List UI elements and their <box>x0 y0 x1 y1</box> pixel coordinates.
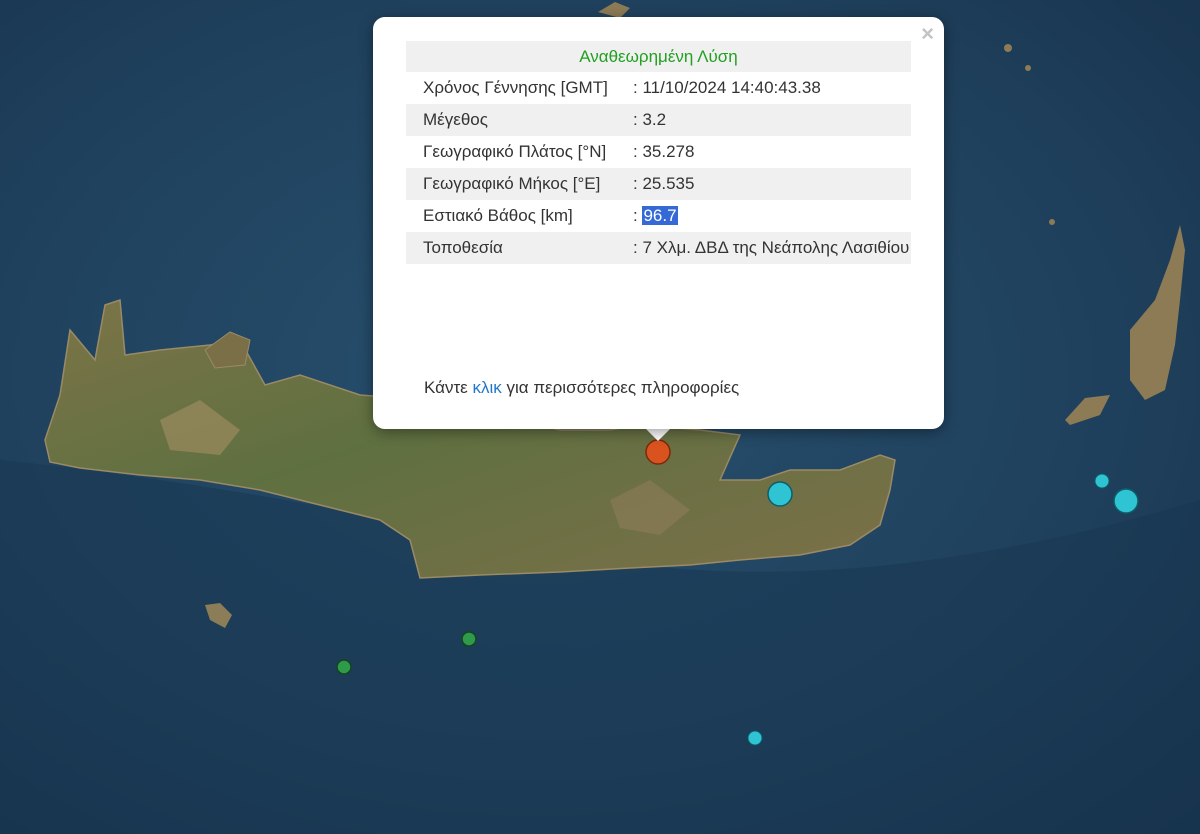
earthquake-marker-green[interactable] <box>336 659 352 675</box>
row-value: : 25.535 <box>633 168 911 200</box>
table-row: Γεωγραφικό Πλάτος [°N] : 35.278 <box>406 136 911 168</box>
more-info-link[interactable]: κλικ <box>472 378 501 397</box>
row-label: Μέγεθος <box>406 104 633 136</box>
row-value: : 3.2 <box>633 104 911 136</box>
earthquake-info-popup: × Αναθεωρημένη Λύση Χρόνος Γέννησης [GMT… <box>373 17 944 429</box>
earthquake-marker[interactable] <box>747 730 763 746</box>
earthquake-marker-green[interactable] <box>461 631 477 647</box>
selected-depth-value: 96.7 <box>642 206 678 225</box>
row-label: Τοποθεσία <box>406 232 633 264</box>
table-row: Μέγεθος : 3.2 <box>406 104 911 136</box>
more-info-suffix: για περισσότερες πληροφορίες <box>501 378 740 397</box>
islet-dot <box>1004 44 1012 52</box>
popup-tip <box>644 427 672 441</box>
table-row: Χρόνος Γέννησης [GMT] : 11/10/2024 14:40… <box>406 72 911 104</box>
row-label: Χρόνος Γέννησης [GMT] <box>423 78 608 97</box>
islet-dot <box>1049 219 1055 225</box>
earthquake-marker[interactable] <box>767 481 793 507</box>
earthquake-info-table: Αναθεωρημένη Λύση Χρόνος Γέννησης [GMT] … <box>406 41 911 264</box>
more-info-prefix: Κάντε <box>424 378 473 397</box>
row-label: Γεωγραφικό Μήκος [°E] <box>406 168 633 200</box>
table-row: Εστιακό Βάθος [km] : 96.7 <box>406 200 911 232</box>
earthquake-marker-selected[interactable] <box>645 439 671 465</box>
popup-title: Αναθεωρημένη Λύση <box>406 41 911 72</box>
islet-dot <box>1025 65 1031 71</box>
row-value: : 7 Χλμ. ΔΒΔ της Νεάπολης Λασιθίου <box>633 232 911 264</box>
close-icon[interactable]: × <box>921 23 934 45</box>
row-label: Εστιακό Βάθος [km] <box>423 206 573 225</box>
table-row: Τοποθεσία : 7 Χλμ. ΔΒΔ της Νεάπολης Λασι… <box>406 232 911 264</box>
earthquake-marker[interactable] <box>1094 473 1110 489</box>
more-info-line: Κάντε κλικ για περισσότερες πληροφορίες <box>424 378 739 398</box>
earthquake-marker[interactable] <box>1113 488 1139 514</box>
row-label: Γεωγραφικό Πλάτος [°N] <box>423 142 607 161</box>
table-row: Γεωγραφικό Μήκος [°E] : 25.535 <box>406 168 911 200</box>
row-value: : 96.7 <box>633 200 911 232</box>
row-value: : 35.278 <box>633 142 695 161</box>
row-value: : 11/10/2024 14:40:43.38 <box>633 78 821 97</box>
